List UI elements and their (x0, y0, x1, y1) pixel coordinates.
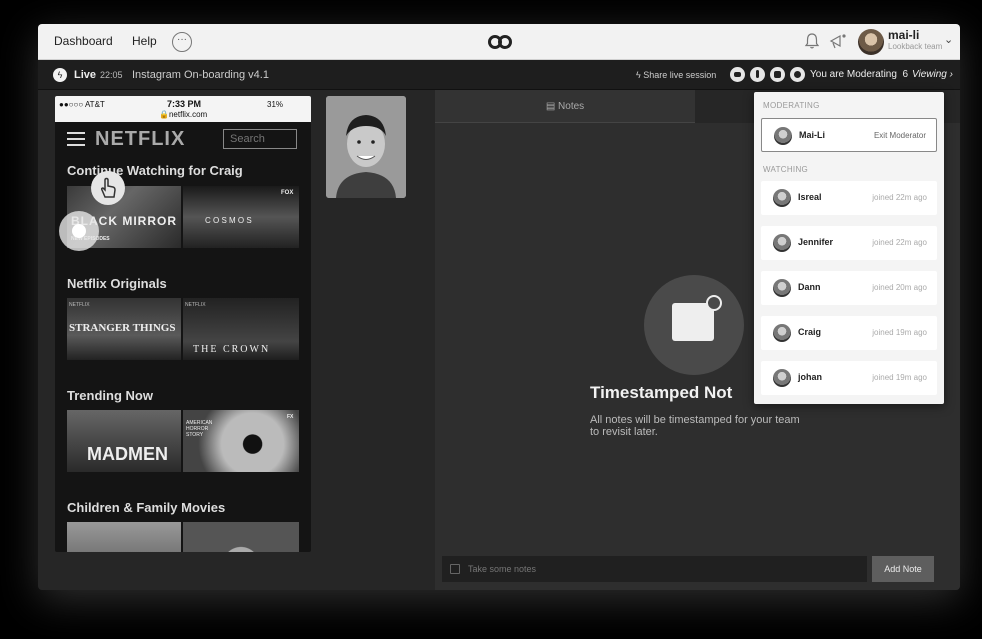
notes-empty-subtext: All notes will be timestamped for your t… (590, 414, 800, 438)
tile-the-crown[interactable]: NETFLIX THE CROWN (183, 298, 299, 360)
add-note-button[interactable]: Add Note (872, 556, 934, 582)
tile-family-1[interactable] (67, 522, 181, 552)
viewer-name: Dann (798, 282, 821, 292)
viewing-label: Viewing (912, 69, 947, 80)
netflix-logo: NETFLIX (95, 128, 186, 150)
viewer-joined: joined 20m ago (872, 283, 927, 292)
touch-indicator (59, 211, 99, 251)
nav-help[interactable]: Help (132, 34, 157, 48)
viewer-joined: joined 22m ago (872, 238, 927, 247)
tile-title: AMERICAN HORROR STORY (186, 420, 213, 438)
viewers-dropdown: MODERATING Mai-Li Exit Moderator WATCHIN… (754, 92, 944, 404)
viewer-name: johan (798, 372, 822, 382)
tab-notes[interactable]: ▤ Notes (435, 90, 695, 123)
netflix-search-input[interactable] (223, 129, 297, 149)
viewer-count: 6 (902, 69, 909, 80)
row-title: Netflix Originals (67, 276, 167, 291)
moderating-label: You are Moderating (810, 69, 897, 80)
tile-brand: NETFLIX (185, 302, 206, 308)
row-title: Trending Now (67, 388, 153, 403)
viewer-item[interactable]: Isreal joined 22m ago (761, 181, 937, 215)
viewer-joined: joined 22m ago (872, 193, 927, 202)
row-title: Children & Family Movies (67, 500, 226, 515)
bell-icon[interactable] (804, 32, 820, 50)
chevron-down-icon[interactable]: ⌄ (944, 33, 953, 46)
lookback-logo-icon[interactable] (487, 33, 513, 51)
app-window: Dashboard Help ··· mai-li Lookback team … (38, 24, 960, 590)
watching-header: WATCHING (763, 165, 809, 174)
nav-dashboard[interactable]: Dashboard (54, 34, 113, 48)
tile-title: C O S M O S (205, 216, 252, 225)
tile-family-2[interactable] (183, 522, 299, 552)
user-avatar[interactable] (858, 29, 884, 55)
avatar (773, 234, 791, 252)
note-icon (450, 564, 460, 574)
phone-screen: ●●○○○ AT&T 7:33 PM 🔒 netflix.com 31% NET… (55, 96, 311, 552)
session-time: 22:05 (100, 70, 123, 80)
hand-pointer-icon (91, 171, 125, 205)
avatar (774, 127, 792, 145)
share-label: Share live session (643, 70, 717, 80)
clock-icon (706, 295, 722, 311)
share-live-session-link[interactable]: ϟ Share live session (636, 70, 716, 80)
video-icon[interactable] (730, 67, 745, 82)
avatar (773, 189, 791, 207)
url-label: netflix.com (168, 110, 208, 119)
tab-notes-label: Notes (558, 101, 585, 112)
moderating-header: MODERATING (763, 101, 820, 110)
tile-title: THE CROWN (193, 344, 271, 355)
phone-status-bar: ●●○○○ AT&T 7:33 PM 🔒 netflix.com 31% (55, 96, 311, 122)
phone-url: 🔒 netflix.com (159, 110, 208, 119)
moderator-name: Mai-Li (799, 130, 825, 140)
moderator-item: Mai-Li Exit Moderator (761, 118, 937, 152)
viewer-item[interactable]: Jennifer joined 22m ago (761, 226, 937, 260)
viewer-joined: joined 19m ago (872, 328, 927, 337)
notes-empty-heading: Timestamped Not (590, 383, 733, 402)
tile-mad-men[interactable]: MADMEN (67, 410, 181, 472)
tile-cosmos[interactable]: C O S M O S FOX (183, 186, 299, 248)
top-bar: Dashboard Help ··· mai-li Lookback team … (38, 24, 960, 60)
avatar (773, 324, 791, 342)
exit-moderator-button[interactable]: Exit Moderator (874, 131, 926, 140)
viewer-joined: joined 19m ago (872, 373, 927, 382)
viewer-item[interactable]: Craig joined 19m ago (761, 316, 937, 350)
netflix-header: NETFLIX (55, 122, 311, 158)
user-team: Lookback team (888, 42, 943, 51)
viewing-toggle[interactable]: Viewing › (912, 69, 953, 80)
moderating-status: You are Moderating 6 (810, 69, 908, 80)
avatar (773, 369, 791, 387)
tile-network: FX (287, 414, 294, 420)
viewer-name: Craig (798, 327, 822, 337)
carrier-label: ●●○○○ AT&T (59, 100, 105, 109)
tile-american-horror-story[interactable]: AMERICAN HORROR STORY FX (183, 410, 299, 472)
megaphone-icon[interactable] (828, 32, 848, 50)
stop-icon[interactable] (770, 67, 785, 82)
session-bar: ϟ Live 22:05 Instagram On-boarding v4.1 … (38, 60, 960, 90)
viewer-name: Isreal (798, 192, 822, 202)
viewers-icon[interactable] (790, 67, 805, 82)
live-label: Live (74, 69, 97, 81)
viewer-name: Jennifer (798, 237, 834, 247)
webcam-feed (326, 96, 406, 198)
viewer-item[interactable]: Dann joined 20m ago (761, 271, 937, 305)
battery-label: 31% (267, 100, 284, 109)
viewer-item[interactable]: johan joined 19m ago (761, 361, 937, 395)
session-title: Instagram On-boarding v4.1 (132, 69, 269, 81)
user-name[interactable]: mai-li (888, 28, 919, 42)
lightning-icon: ϟ (53, 68, 67, 82)
avatar (773, 279, 791, 297)
phone-time: 7:33 PM (167, 99, 202, 109)
tile-stranger-things[interactable]: NETFLIX STRANGER THINGS (67, 298, 181, 360)
tile-brand: NETFLIX (69, 302, 90, 308)
tile-title: MADMEN (87, 444, 168, 464)
notes-illustration (644, 275, 744, 375)
menu-icon[interactable] (67, 132, 85, 146)
tile-network: FOX (281, 190, 294, 196)
more-options-button[interactable]: ··· (172, 32, 192, 52)
tile-title: STRANGER THINGS (69, 322, 176, 334)
mic-icon[interactable] (750, 67, 765, 82)
note-input[interactable] (442, 556, 867, 582)
